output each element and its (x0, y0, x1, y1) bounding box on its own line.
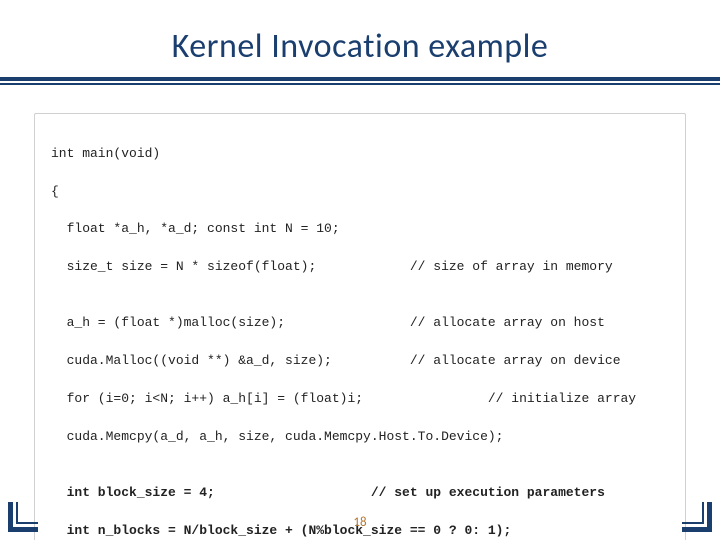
corner-bottom-right-inner (682, 502, 704, 524)
page-number: 18 (0, 515, 720, 530)
code-line: size_t size = N * sizeof(float); // size… (51, 258, 669, 277)
code-line: int main(void) (51, 145, 669, 164)
divider-thick (0, 77, 720, 81)
code-line: { (51, 183, 669, 202)
slide-title: Kernel Invocation example (0, 0, 720, 77)
title-divider (0, 77, 720, 103)
code-line: cuda.Malloc((void **) &a_d, size); // al… (51, 352, 669, 371)
code-line: for (i=0; i<N; i++) a_h[i] = (float)i; /… (51, 390, 669, 409)
divider-thin (0, 83, 720, 85)
slide: Kernel Invocation example int main(void)… (0, 0, 720, 540)
code-line: float *a_h, *a_d; const int N = 10; (51, 220, 669, 239)
code-line-bold: int block_size = 4; // set up execution … (51, 484, 669, 503)
corner-bottom-left-inner (16, 502, 38, 524)
code-line: a_h = (float *)malloc(size); // allocate… (51, 314, 669, 333)
code-line: cuda.Memcpy(a_d, a_h, size, cuda.Memcpy.… (51, 428, 669, 447)
code-block: int main(void) { float *a_h, *a_d; const… (34, 113, 686, 540)
